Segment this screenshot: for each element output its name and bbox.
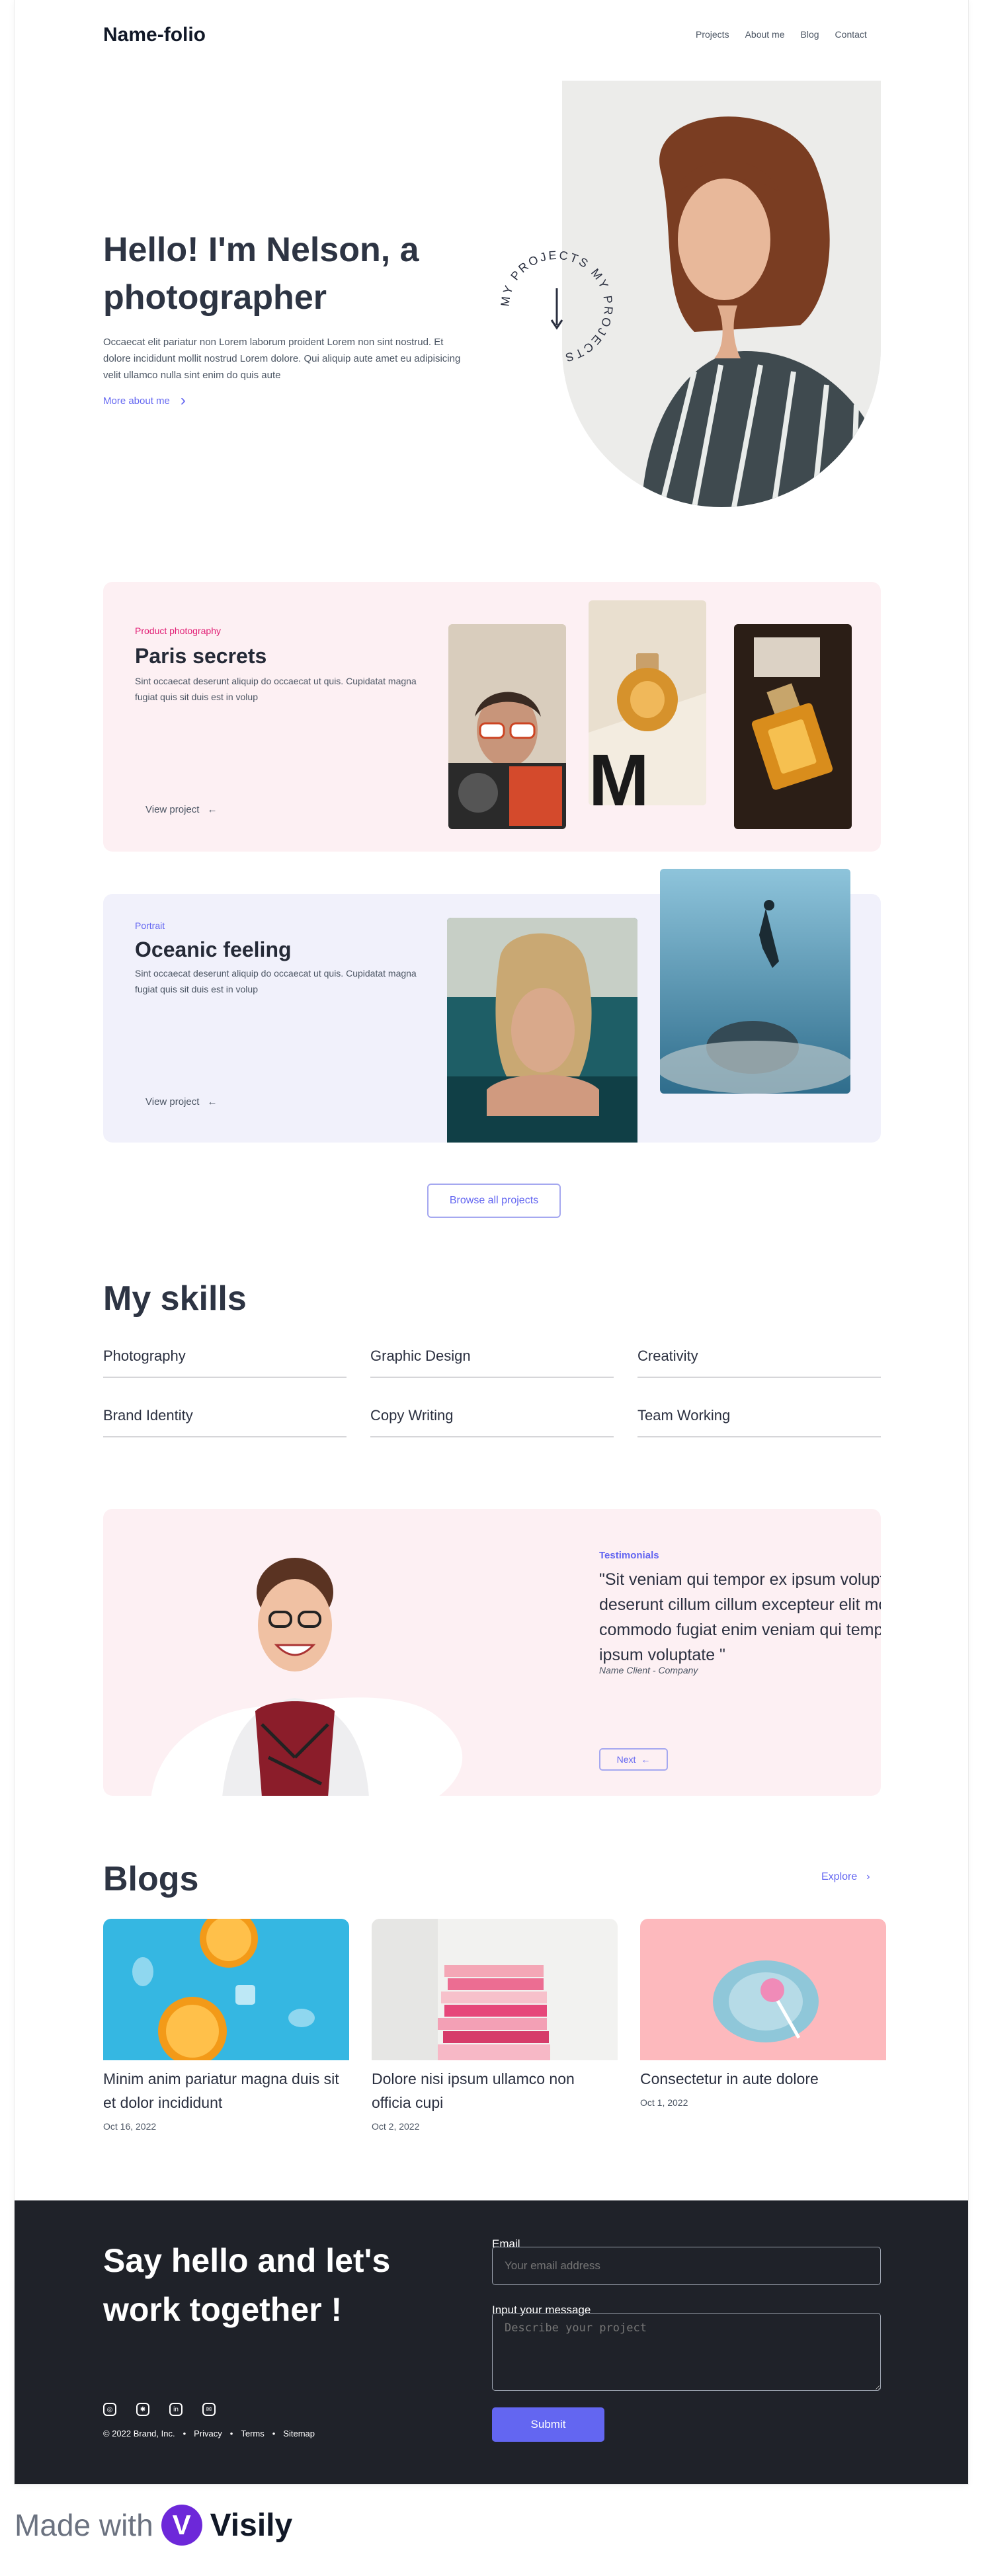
email-field[interactable] [492,2247,881,2285]
project-card-oceanic: Portrait Oceanic feeling Sint occaecat d… [103,869,881,1143]
arrow-left-icon: ← [641,1754,651,1765]
blog-card[interactable]: Consectetur in aute dolore Oct 1, 2022 [640,1919,886,2108]
separator-dot: • [183,2429,186,2438]
blogs-title: Blogs [103,1860,199,1898]
project-kicker: Product photography [135,625,221,636]
arrow-left-icon: ← [207,804,218,815]
blog-image-oranges [103,1919,349,2060]
visily-wordmark: Visily [210,2507,293,2543]
more-about-label: More about me [103,395,170,407]
project-title: Paris secrets [135,644,267,668]
testimonial-quote: "Sit veniam qui tempor ex ipsum voluptat… [599,1570,881,1664]
nav-about[interactable]: About me [745,29,785,40]
hero-title: Hello! I'm Nelson, a photographer [103,231,419,317]
view-project-label: View project [145,1096,200,1107]
footer-legal: © 2022 Brand, Inc. • Privacy • Terms • S… [103,2429,315,2438]
separator-dot: • [229,2429,233,2438]
my-projects-badge[interactable]: MY PROJECTS MY PROJECTS [491,241,623,373]
testimonial-card: Testimonials "Sit veniam qui tempor ex i… [103,1509,881,1796]
blog-date: Oct 1, 2022 [640,2097,688,2108]
message-field[interactable] [492,2313,881,2391]
svg-text:M: M [589,740,649,805]
linkedin-icon[interactable]: in [169,2403,183,2416]
explore-label: Explore [821,1871,858,1882]
project-photo-perfume-2 [734,624,852,829]
browse-all-projects-button[interactable]: Browse all projects [427,1184,561,1218]
chevron-right-icon: › [866,1871,870,1882]
project-card-paris: Product photography Paris secrets Sint o… [103,582,881,852]
nav-contact[interactable]: Contact [835,29,867,40]
explore-link[interactable]: Explore › [821,1871,870,1883]
blog-date: Oct 16, 2022 [103,2121,157,2132]
more-about-link[interactable]: More about me › [103,391,186,409]
instagram-icon[interactable]: ◎ [103,2403,116,2416]
view-project-link[interactable]: View project ← [145,1096,217,1107]
blog-date: Oct 2, 2022 [372,2121,420,2132]
made-with-label: Made with [15,2508,153,2542]
view-project-label: View project [145,804,200,815]
footer-title: Say hello and let's work together ! [103,2242,391,2328]
project-photo-sunglasses [448,624,566,829]
terms-link[interactable]: Terms [241,2429,264,2438]
view-project-link[interactable]: View project ← [145,804,217,815]
skill-item: Graphic Design [370,1348,614,1378]
next-testimonial-button[interactable]: Next ← [599,1748,668,1771]
blog-title: Consectetur in aute dolore [640,2070,819,2087]
blog-card[interactable]: Dolore nisi ipsum ullamco non officia cu… [372,1919,618,2132]
visily-logo-icon: V [161,2505,202,2546]
nav-projects[interactable]: Projects [696,29,729,40]
nav-blog[interactable]: Blog [801,29,819,40]
skill-item: Team Working [637,1407,881,1437]
submit-button[interactable]: Submit [492,2407,604,2442]
skill-item: Copy Writing [370,1407,614,1437]
dribbble-icon[interactable]: ✱ [136,2403,149,2416]
chevron-right-icon: › [180,391,186,409]
arrow-left-icon: ← [207,1096,218,1107]
blog-title: Minim anim pariatur magna duis sit et do… [103,2070,339,2111]
copyright-text: © 2022 Brand, Inc. [103,2429,175,2438]
testimonial-client-photo [216,1539,374,1796]
blog-image-lollipop [640,1919,886,2060]
social-links: ◎ ✱ in ✉ [103,2403,216,2416]
testimonial-client-name: Name Client - Company [599,1665,698,1675]
next-label: Next [616,1754,636,1765]
project-photo-swimmer [447,918,637,1143]
skill-item: Brand Identity [103,1407,347,1437]
page-frame: Name-folio Projects About me Blog Contac… [15,0,968,2484]
sitemap-link[interactable]: Sitemap [283,2429,315,2438]
project-desc: Sint occaecat deserunt aliquip do occaec… [135,676,417,702]
project-photo-perfume-1: M [589,600,706,805]
logo[interactable]: Name-folio [103,24,206,46]
separator-dot: • [272,2429,276,2438]
project-photo-diver [660,869,850,1094]
project-title: Oceanic feeling [135,938,292,961]
testimonial-kicker: Testimonials [599,1550,659,1561]
blog-title: Dolore nisi ipsum ullamco non officia cu… [372,2070,575,2111]
inbox-icon[interactable]: ✉ [202,2403,216,2416]
footer: Say hello and let's work together ! Emai… [15,2200,968,2484]
project-desc: Sint occaecat deserunt aliquip do occaec… [135,968,417,994]
blog-image-books [372,1919,618,2060]
privacy-link[interactable]: Privacy [194,2429,222,2438]
skill-item: Creativity [637,1348,881,1378]
hero-text: Occaecat elit pariatur non Lorem laborum… [103,337,461,381]
skills-title: My skills [103,1279,247,1318]
project-kicker: Portrait [135,920,165,931]
blog-card[interactable]: Minim anim pariatur magna duis sit et do… [103,1919,349,2132]
skill-item: Photography [103,1348,347,1378]
main-nav: Projects About me Blog Contact [696,29,867,40]
made-with-visily[interactable]: Made with V Visily [15,2505,292,2546]
